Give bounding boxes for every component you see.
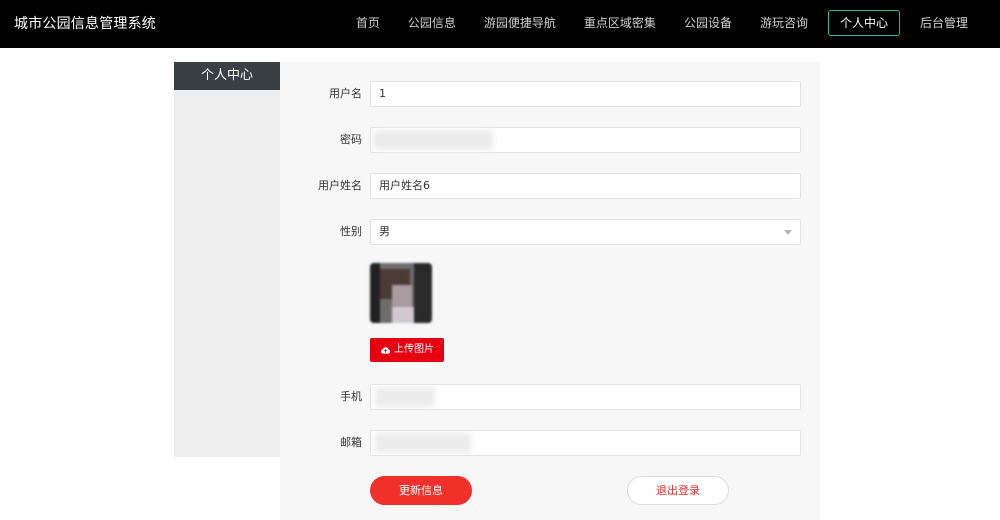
email-row: 邮箱 bbox=[280, 430, 820, 456]
phone-input[interactable] bbox=[370, 384, 801, 410]
password-label: 密码 bbox=[340, 133, 362, 146]
gender-select[interactable]: 男 bbox=[370, 219, 801, 245]
profile-form: 用户名 1 密码 用户姓名 用户姓名6 性别 男 上传图片 手机 邮箱 更新信息… bbox=[280, 62, 820, 520]
chevron-down-icon bbox=[784, 230, 792, 235]
phone-row: 手机 bbox=[280, 384, 820, 410]
nav-personal-center[interactable]: 个人中心 bbox=[827, 10, 900, 36]
password-input[interactable] bbox=[370, 127, 801, 153]
nav-navigation[interactable]: 游园便捷导航 bbox=[470, 9, 570, 37]
cloud-upload-icon bbox=[381, 346, 391, 354]
email-label: 邮箱 bbox=[340, 436, 362, 449]
gender-value: 男 bbox=[379, 225, 390, 238]
username-label: 用户名 bbox=[329, 87, 362, 100]
nav-key-areas[interactable]: 重点区域密集 bbox=[570, 9, 670, 37]
update-info-button[interactable]: 更新信息 bbox=[370, 476, 472, 505]
nav-home[interactable]: 首页 bbox=[342, 9, 394, 37]
avatar-image bbox=[370, 263, 432, 323]
redacted-phone bbox=[375, 387, 435, 407]
nav-park-info[interactable]: 公园信息 bbox=[394, 9, 470, 37]
gender-label: 性别 bbox=[340, 225, 362, 238]
username-input[interactable]: 1 bbox=[370, 81, 801, 107]
email-input[interactable] bbox=[370, 430, 801, 456]
gender-row: 性别 男 bbox=[280, 219, 820, 245]
username-row: 用户名 1 bbox=[280, 81, 820, 107]
main-nav: 首页 公园信息 游园便捷导航 重点区域密集 公园设备 游玩咨询 个人中心 后台管… bbox=[342, 9, 982, 37]
top-navbar: 城市公园信息管理系统 首页 公园信息 游园便捷导航 重点区域密集 公园设备 游玩… bbox=[0, 0, 1000, 48]
upload-image-button[interactable]: 上传图片 bbox=[370, 338, 444, 362]
upload-label: 上传图片 bbox=[394, 344, 434, 355]
password-row: 密码 bbox=[280, 127, 820, 153]
sidebar: 个人中心 bbox=[174, 62, 280, 457]
site-title: 城市公园信息管理系统 bbox=[14, 16, 156, 32]
redacted-email bbox=[375, 433, 471, 453]
redacted-password bbox=[373, 130, 493, 150]
logout-button[interactable]: 退出登录 bbox=[627, 476, 729, 505]
nav-equipment[interactable]: 公园设备 bbox=[670, 9, 746, 37]
nav-admin[interactable]: 后台管理 bbox=[906, 9, 982, 37]
phone-label: 手机 bbox=[340, 390, 362, 403]
nav-consult[interactable]: 游玩咨询 bbox=[746, 9, 822, 37]
sidebar-item-personal-center[interactable]: 个人中心 bbox=[174, 62, 280, 90]
realname-input[interactable]: 用户姓名6 bbox=[370, 173, 801, 199]
realname-row: 用户姓名 用户姓名6 bbox=[280, 173, 820, 199]
realname-label: 用户姓名 bbox=[318, 179, 362, 192]
